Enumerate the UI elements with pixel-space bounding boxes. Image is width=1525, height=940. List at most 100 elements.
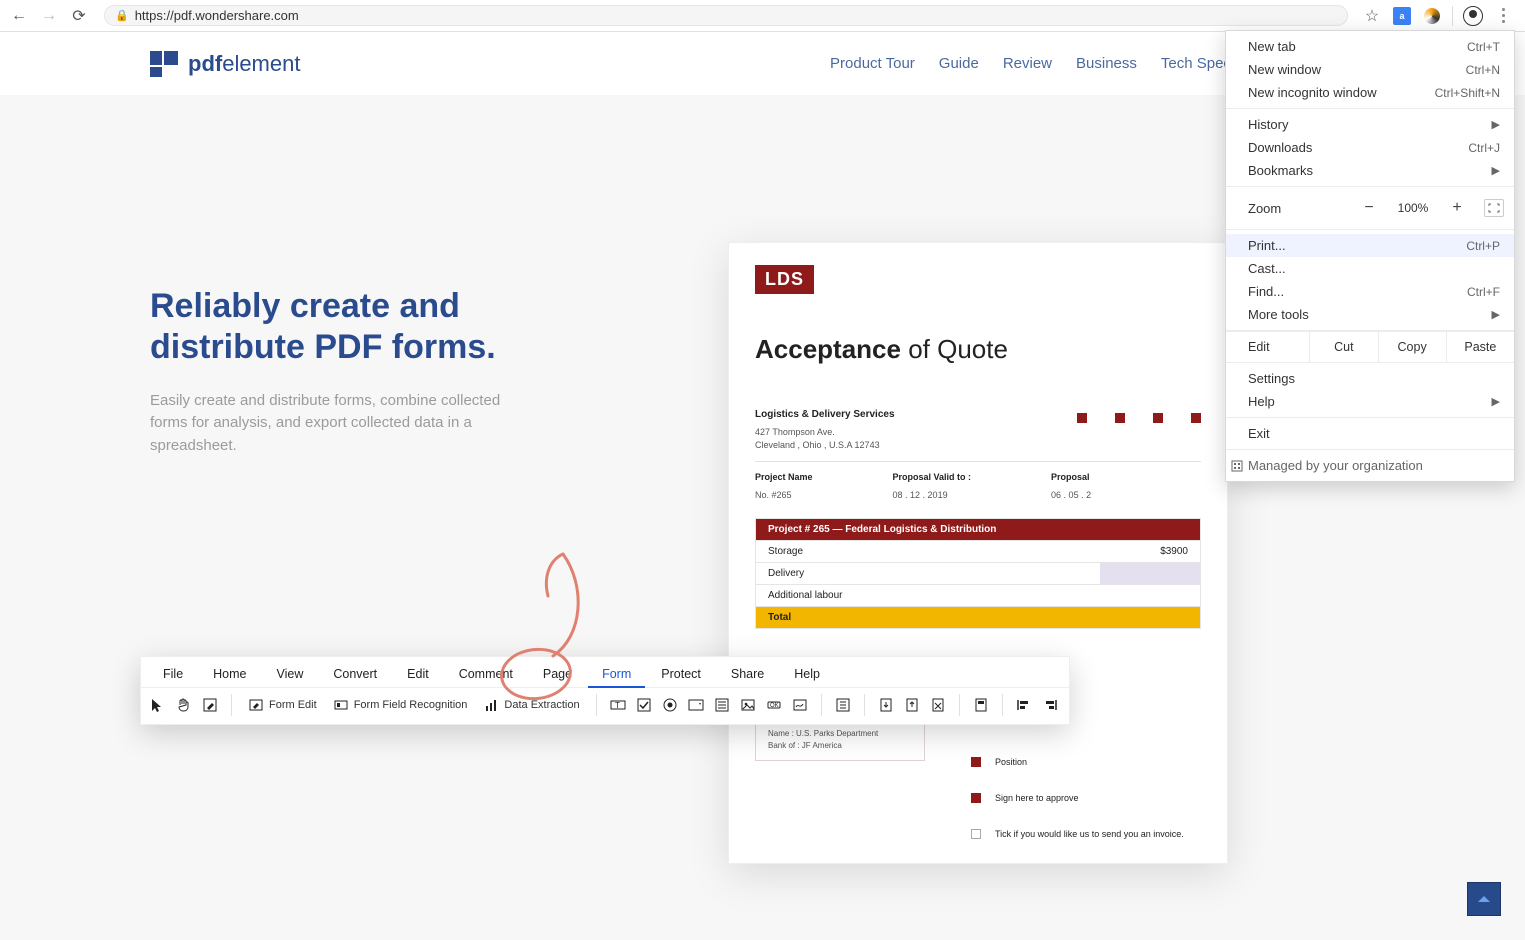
menu-share[interactable]: Share <box>717 663 778 687</box>
doc-meta-valid: Proposal Valid to :08 . 12 . 2019 <box>893 472 972 500</box>
menu-history[interactable]: History▶ <box>1226 113 1514 136</box>
chevron-right-icon: ▶ <box>1492 308 1500 321</box>
bookmark-star-icon[interactable]: ☆ <box>1362 6 1382 26</box>
menu-edit-row: Edit Cut Copy Paste <box>1226 331 1514 363</box>
menu-find[interactable]: Find...Ctrl+F <box>1226 280 1514 303</box>
svg-text:OK: OK <box>770 703 779 709</box>
export-form-icon[interactable] <box>903 696 921 714</box>
chrome-overflow-menu: New tabCtrl+T New windowCtrl+N New incog… <box>1225 30 1515 482</box>
table-row: Storage$3900 <box>756 540 1200 562</box>
menu-file[interactable]: File <box>149 663 197 687</box>
doc-tick-row: Tick if you would like us to send you an… <box>971 829 1201 839</box>
menu-print[interactable]: Print...Ctrl+P <box>1226 234 1514 257</box>
signature-field-icon[interactable] <box>791 696 809 714</box>
table-row: Delivery <box>756 562 1200 584</box>
chevron-right-icon: ▶ <box>1492 118 1500 131</box>
annotation-arrow <box>538 546 598 666</box>
doc-position-row: Position <box>971 757 1201 767</box>
site-logo[interactable]: pdfelement <box>150 51 300 77</box>
extension-icon[interactable]: a <box>1392 6 1412 26</box>
nav-review[interactable]: Review <box>1003 55 1052 72</box>
menu-settings[interactable]: Settings <box>1226 367 1514 390</box>
template-icon[interactable] <box>972 696 990 714</box>
url-text: https://pdf.wondershare.com <box>135 8 299 23</box>
zoom-value: 100% <box>1390 201 1436 215</box>
menu-page[interactable]: Page <box>529 663 586 687</box>
menu-more-tools[interactable]: More tools▶ <box>1226 303 1514 326</box>
import-form-icon[interactable] <box>877 696 895 714</box>
logo-text: pdfelement <box>188 51 300 77</box>
menu-new-tab[interactable]: New tabCtrl+T <box>1226 35 1514 58</box>
align-left-icon[interactable] <box>1015 696 1033 714</box>
menu-cast[interactable]: Cast... <box>1226 257 1514 280</box>
cursor-icon[interactable] <box>149 696 167 714</box>
menu-exit[interactable]: Exit <box>1226 422 1514 445</box>
square-icon <box>971 757 981 767</box>
zoom-in-button[interactable]: + <box>1446 197 1468 219</box>
form-field-recognition-tool[interactable]: Form Field Recognition <box>329 695 472 715</box>
hand-icon[interactable] <box>175 696 193 714</box>
menu-convert[interactable]: Convert <box>319 663 391 687</box>
nav-business[interactable]: Business <box>1076 55 1137 72</box>
menu-help[interactable]: Help▶ <box>1226 390 1514 413</box>
reload-button[interactable]: ⟳ <box>68 5 90 27</box>
data-extraction-tool[interactable]: Data Extraction <box>479 695 583 715</box>
menu-downloads[interactable]: DownloadsCtrl+J <box>1226 136 1514 159</box>
text-field-icon[interactable]: T <box>609 696 627 714</box>
menu-paste[interactable]: Paste <box>1447 332 1514 362</box>
menu-edit[interactable]: Edit <box>393 663 443 687</box>
listbox-icon[interactable] <box>713 696 731 714</box>
doc-meta-proposal: Proposal06 . 05 . 2 <box>1051 472 1091 500</box>
menu-zoom-row: Zoom − 100% + <box>1226 191 1514 225</box>
menu-help[interactable]: Help <box>780 663 834 687</box>
menu-bookmarks[interactable]: Bookmarks▶ <box>1226 159 1514 182</box>
align-right-icon[interactable] <box>1041 696 1059 714</box>
chrome-menu-button[interactable] <box>1493 6 1513 26</box>
menu-home[interactable]: Home <box>199 663 260 687</box>
app-tool-row: Form Edit Form Field Recognition Data Ex… <box>141 687 1069 724</box>
edit-icon[interactable] <box>201 696 219 714</box>
form-properties-icon[interactable] <box>834 696 852 714</box>
zoom-out-button[interactable]: − <box>1358 197 1380 219</box>
menu-managed[interactable]: Managed by your organization <box>1226 454 1514 477</box>
app-toolbar: File Home View Convert Edit Comment Page… <box>140 656 1070 725</box>
back-button[interactable]: ← <box>8 5 30 27</box>
browser-right-icons: ☆ a <box>1362 6 1517 26</box>
menu-form[interactable]: Form <box>588 663 645 687</box>
table-input-cell[interactable] <box>1100 563 1200 584</box>
marketing-copy: Reliably create and distribute PDF forms… <box>150 286 510 457</box>
doc-divider <box>755 461 1201 462</box>
form-edit-tool[interactable]: Form Edit <box>244 695 321 715</box>
checkbox-icon[interactable] <box>635 696 653 714</box>
back-to-top-button[interactable] <box>1467 882 1501 916</box>
page-subtext: Easily create and distribute forms, comb… <box>150 390 510 458</box>
nav-product-tour[interactable]: Product Tour <box>830 55 915 72</box>
combobox-icon[interactable] <box>687 696 705 714</box>
chevron-right-icon: ▶ <box>1492 164 1500 177</box>
separator <box>1452 6 1453 26</box>
chevron-right-icon: ▶ <box>1492 395 1500 408</box>
document-preview: LDS Acceptance of Quote Logistics & Deli… <box>728 242 1228 864</box>
image-field-icon[interactable] <box>739 696 757 714</box>
radio-icon[interactable] <box>661 696 679 714</box>
nav-guide[interactable]: Guide <box>939 55 979 72</box>
address-bar[interactable]: 🔒 https://pdf.wondershare.com <box>104 5 1348 26</box>
button-field-icon[interactable]: OK <box>765 696 783 714</box>
page-heading: Reliably create and distribute PDF forms… <box>150 286 510 368</box>
menu-protect[interactable]: Protect <box>647 663 715 687</box>
menu-comment[interactable]: Comment <box>445 663 527 687</box>
fullscreen-icon[interactable] <box>1484 199 1504 217</box>
extension-swirl-icon[interactable] <box>1422 6 1442 26</box>
clear-form-icon[interactable] <box>929 696 947 714</box>
doc-logo: LDS <box>755 265 814 294</box>
menu-new-window[interactable]: New windowCtrl+N <box>1226 58 1514 81</box>
profile-icon[interactable] <box>1463 6 1483 26</box>
checkbox-icon[interactable] <box>971 829 981 839</box>
menu-copy[interactable]: Copy <box>1379 332 1447 362</box>
forward-button[interactable]: → <box>38 5 60 27</box>
menu-cut[interactable]: Cut <box>1310 332 1378 362</box>
doc-meta-project: Project NameNo. #265 <box>755 472 813 500</box>
menu-view[interactable]: View <box>263 663 318 687</box>
menu-incognito[interactable]: New incognito windowCtrl+Shift+N <box>1226 81 1514 104</box>
lock-icon: 🔒 <box>115 9 129 22</box>
